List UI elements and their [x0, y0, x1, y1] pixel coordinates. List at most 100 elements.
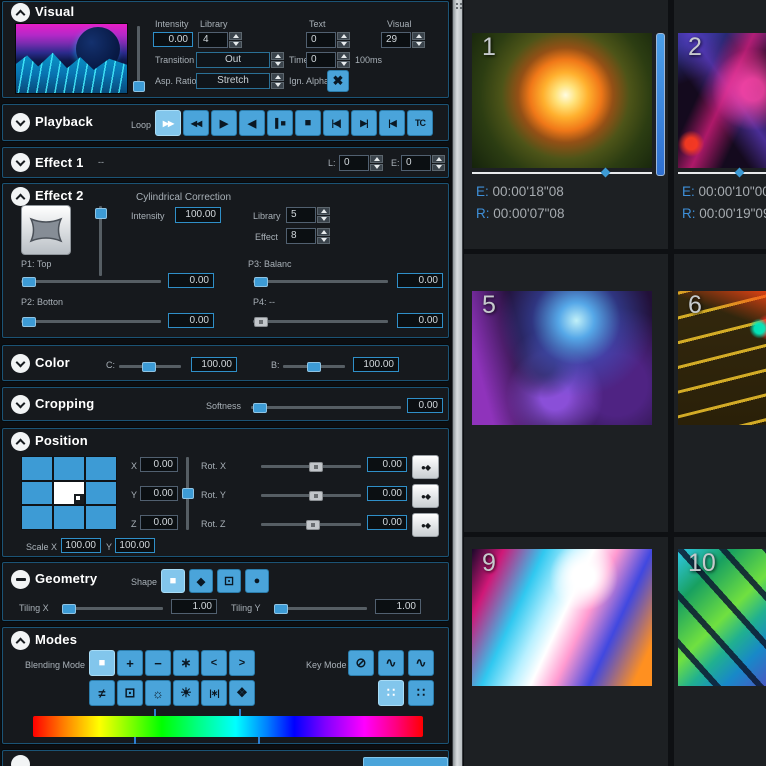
spinner-up-icon[interactable] — [412, 32, 425, 40]
x-value-field[interactable]: 0.00 — [140, 457, 178, 472]
effect2-intensity-vslider[interactable] — [99, 206, 102, 276]
rot-y-reset-button[interactable]: ●◆ — [412, 484, 439, 508]
play-button[interactable]: ▶ — [211, 110, 237, 136]
rot-x-value-field[interactable]: 0.00 — [367, 457, 407, 472]
blend-center-button[interactable]: |∗| — [201, 680, 227, 706]
visual-spinner[interactable]: 29 — [381, 32, 425, 48]
slider-handle[interactable] — [307, 362, 321, 372]
key-off-button[interactable]: ⊘ — [348, 650, 374, 676]
frame-back-button[interactable]: |◀| — [323, 110, 349, 136]
spinner-down-icon[interactable] — [337, 41, 350, 49]
p2-value-field[interactable]: 0.00 — [168, 313, 214, 328]
library-value[interactable]: 4 — [198, 32, 228, 48]
effect-preview-button[interactable] — [21, 205, 71, 255]
ignore-alpha-button[interactable]: ✖ — [327, 70, 349, 92]
slider-handle[interactable] — [142, 362, 156, 372]
library-value[interactable]: 5 — [286, 207, 316, 223]
spinner-down-icon[interactable] — [317, 237, 330, 245]
e-value[interactable]: 0 — [401, 155, 431, 171]
grid-cell[interactable] — [86, 457, 116, 480]
slider-handle[interactable] — [254, 277, 268, 287]
aspect-ratio-stepper[interactable] — [271, 73, 284, 89]
play-reverse-button[interactable]: ◀ — [239, 110, 265, 136]
b-value-field[interactable]: 100.00 — [353, 357, 399, 372]
rot-y-value-field[interactable]: 0.00 — [367, 486, 407, 501]
collapse-chevron-down-icon[interactable] — [11, 113, 30, 132]
collapse-chevron-down-icon[interactable] — [11, 354, 30, 373]
visual-value[interactable]: 29 — [381, 32, 411, 48]
slider-handle[interactable] — [253, 403, 267, 413]
key-luma-inverse-button[interactable]: ∿ — [408, 650, 434, 676]
visual-preview-thumbnail[interactable] — [15, 23, 128, 94]
vslider-handle[interactable] — [95, 208, 107, 219]
collapse-chevron-up-icon[interactable] — [11, 3, 30, 22]
rot-y-slider[interactable] — [261, 494, 361, 497]
blend-subtract-button[interactable]: − — [145, 650, 171, 676]
hue-spectrum-slider[interactable] — [33, 716, 423, 737]
grid-cell[interactable] — [22, 506, 52, 529]
grid-cell[interactable] — [86, 482, 116, 505]
shape-cube-button[interactable]: ⚀ — [217, 569, 241, 593]
shape-sphere-button[interactable]: ● — [245, 569, 269, 593]
loop-forward-button[interactable]: ▶▶ — [155, 110, 181, 136]
slider-handle[interactable] — [62, 604, 76, 614]
spinner-down-icon[interactable] — [317, 216, 330, 224]
grid-cell[interactable] — [22, 482, 52, 505]
text-value[interactable]: 0 — [306, 32, 336, 48]
visual-intensity-vslider[interactable] — [137, 26, 140, 92]
clipped-blue-control[interactable] — [363, 757, 448, 766]
goto-end-button[interactable]: ▶| — [351, 110, 377, 136]
p1-value-field[interactable]: 0.00 — [168, 273, 214, 288]
aspect-ratio-dropdown[interactable]: Stretch — [196, 73, 270, 89]
spinner-down-icon[interactable] — [337, 61, 350, 69]
library-spinner[interactable]: 4 — [198, 32, 242, 48]
collapse-chevron-down-icon[interactable] — [11, 153, 30, 172]
p1-slider[interactable] — [21, 280, 161, 283]
stop-button[interactable]: ■ — [295, 110, 321, 136]
position-grid[interactable] — [21, 456, 117, 530]
p4-value-field[interactable]: 0.00 — [397, 313, 443, 328]
spinner-up-icon[interactable] — [337, 52, 350, 60]
spinner-down-icon[interactable] — [412, 41, 425, 49]
spinner-down-icon[interactable] — [432, 164, 445, 172]
progress-marker-icon[interactable] — [735, 168, 745, 178]
effect2-effect-spinner[interactable]: 8 — [286, 228, 330, 244]
blend-add-button[interactable]: + — [117, 650, 143, 676]
e-spinner[interactable]: 0 — [401, 155, 445, 171]
effect2-intensity-field[interactable]: 100.00 — [175, 207, 221, 223]
p2-slider[interactable] — [21, 320, 161, 323]
z-value-field[interactable]: 0.00 — [140, 515, 178, 530]
key-chroma-inverse-button[interactable]: ∷ — [408, 680, 434, 706]
time-value[interactable]: 0 — [306, 52, 336, 68]
spinner-up-icon[interactable] — [271, 73, 284, 81]
p3-value-field[interactable]: 0.00 — [397, 273, 443, 288]
scale-x-field[interactable]: 100.00 — [61, 538, 101, 553]
rot-z-reset-button[interactable]: ●◆ — [412, 513, 439, 537]
rot-z-value-field[interactable]: 0.00 — [367, 515, 407, 530]
intensity-field[interactable]: 0.00 — [153, 32, 193, 47]
collapse-chevron-up-icon[interactable] — [11, 432, 30, 451]
collapse-chevron-up-icon[interactable] — [11, 631, 30, 650]
grid-cell[interactable] — [54, 457, 84, 480]
goto-start-button[interactable]: |◀ — [379, 110, 405, 136]
l-value[interactable]: 0 — [339, 155, 369, 171]
spinner-up-icon[interactable] — [432, 155, 445, 163]
panel-scrollbar[interactable] — [452, 0, 463, 766]
scrollbar-grip-icon[interactable] — [454, 1, 463, 10]
c-slider[interactable] — [119, 365, 181, 368]
drag-handle-icon[interactable] — [74, 494, 84, 504]
grid-cell-center[interactable] — [54, 482, 84, 505]
spinner-down-icon[interactable] — [271, 82, 284, 90]
shape-diamond-button[interactable]: ◆ — [189, 569, 213, 593]
spinner-up-icon[interactable] — [370, 155, 383, 163]
l-spinner[interactable]: 0 — [339, 155, 383, 171]
p4-slider[interactable] — [253, 320, 388, 323]
slider-handle-disabled[interactable] — [254, 317, 268, 327]
collapse-minus-icon[interactable] — [11, 570, 30, 589]
spinner-down-icon[interactable] — [271, 61, 284, 69]
rot-x-reset-button[interactable]: ●◆ — [412, 455, 439, 479]
slider-handle[interactable] — [22, 317, 36, 327]
softness-value-field[interactable]: 0.00 — [407, 398, 443, 413]
position-vslider[interactable] — [186, 457, 189, 530]
slider-handle[interactable] — [309, 462, 323, 472]
